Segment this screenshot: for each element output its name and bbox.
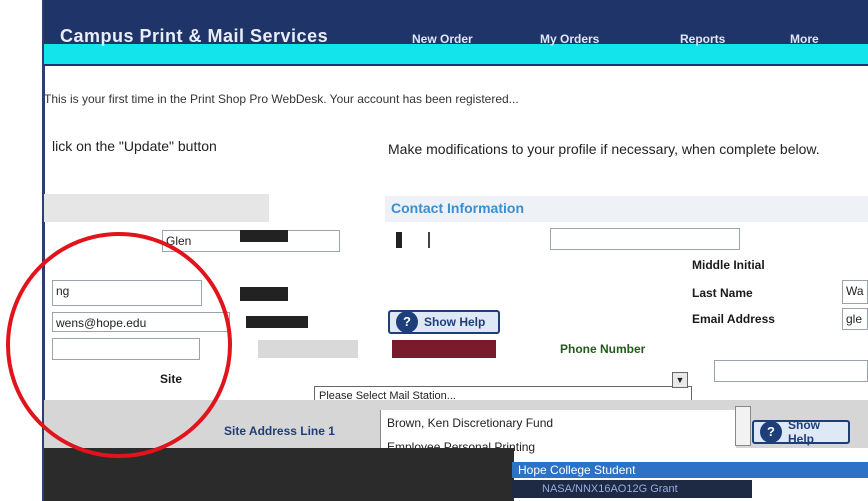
list-item-selected[interactable]: Hope College Student: [512, 462, 868, 478]
nav-link-reports[interactable]: Reports: [680, 32, 725, 46]
email-field-right[interactable]: gle: [842, 308, 868, 330]
nav-accent-stripe: [44, 44, 868, 64]
nav-link-my-orders[interactable]: My Orders: [540, 32, 599, 46]
contact-information-header: Contact Information: [385, 196, 868, 222]
help-icon: ?: [396, 311, 418, 333]
redaction-block: [240, 230, 288, 242]
middle-initial-label: Middle Initial: [692, 258, 765, 272]
bar-glyph: [428, 232, 430, 248]
contact-information-title: Contact Information: [391, 200, 524, 216]
last-name-field-right[interactable]: Wa: [842, 280, 868, 304]
nav-link-new-order[interactable]: New Order: [412, 32, 473, 46]
left-border-strip: [0, 0, 45, 501]
red-annotation-circle: [6, 232, 232, 458]
show-help-label: Show Help: [424, 315, 486, 329]
email-address-label: Email Address: [692, 312, 775, 326]
list-item[interactable]: Brown, Ken Discretionary Fund: [387, 416, 553, 430]
show-help-button[interactable]: ? Show Help: [388, 310, 500, 334]
list-scrollbar[interactable]: [735, 406, 751, 446]
site-title[interactable]: Campus Print & Mail Services: [60, 26, 328, 47]
bar-glyph: [396, 232, 402, 248]
list-item[interactable]: NASA/NNX16AO12G Grant: [512, 480, 752, 498]
redaction-block: [246, 316, 308, 328]
first-name-field-right[interactable]: [550, 228, 740, 250]
right-instructions: Make modifications to your profile if ne…: [388, 141, 820, 157]
phone-number-label: Phone Number: [560, 342, 646, 356]
left-section-header: [44, 194, 269, 222]
left-help-button-faded[interactable]: [258, 340, 358, 358]
site-address-line1-label: Site Address Line 1: [224, 424, 335, 438]
show-help-label: Show Help: [788, 418, 820, 446]
phone-number-field[interactable]: [714, 360, 868, 382]
last-name-label: Last Name: [692, 286, 753, 300]
help-icon: ?: [760, 421, 782, 443]
first-time-info-message: This is your first time in the Print Sho…: [44, 92, 519, 106]
left-instructions: lick on the "Update" button: [52, 138, 217, 154]
redaction-block: [240, 287, 288, 301]
show-help-button-bottom[interactable]: ? Show Help: [752, 418, 850, 446]
chevron-down-icon[interactable]: ▼: [672, 372, 688, 388]
nav-link-more[interactable]: More: [790, 32, 819, 46]
maroon-button[interactable]: [392, 340, 496, 358]
